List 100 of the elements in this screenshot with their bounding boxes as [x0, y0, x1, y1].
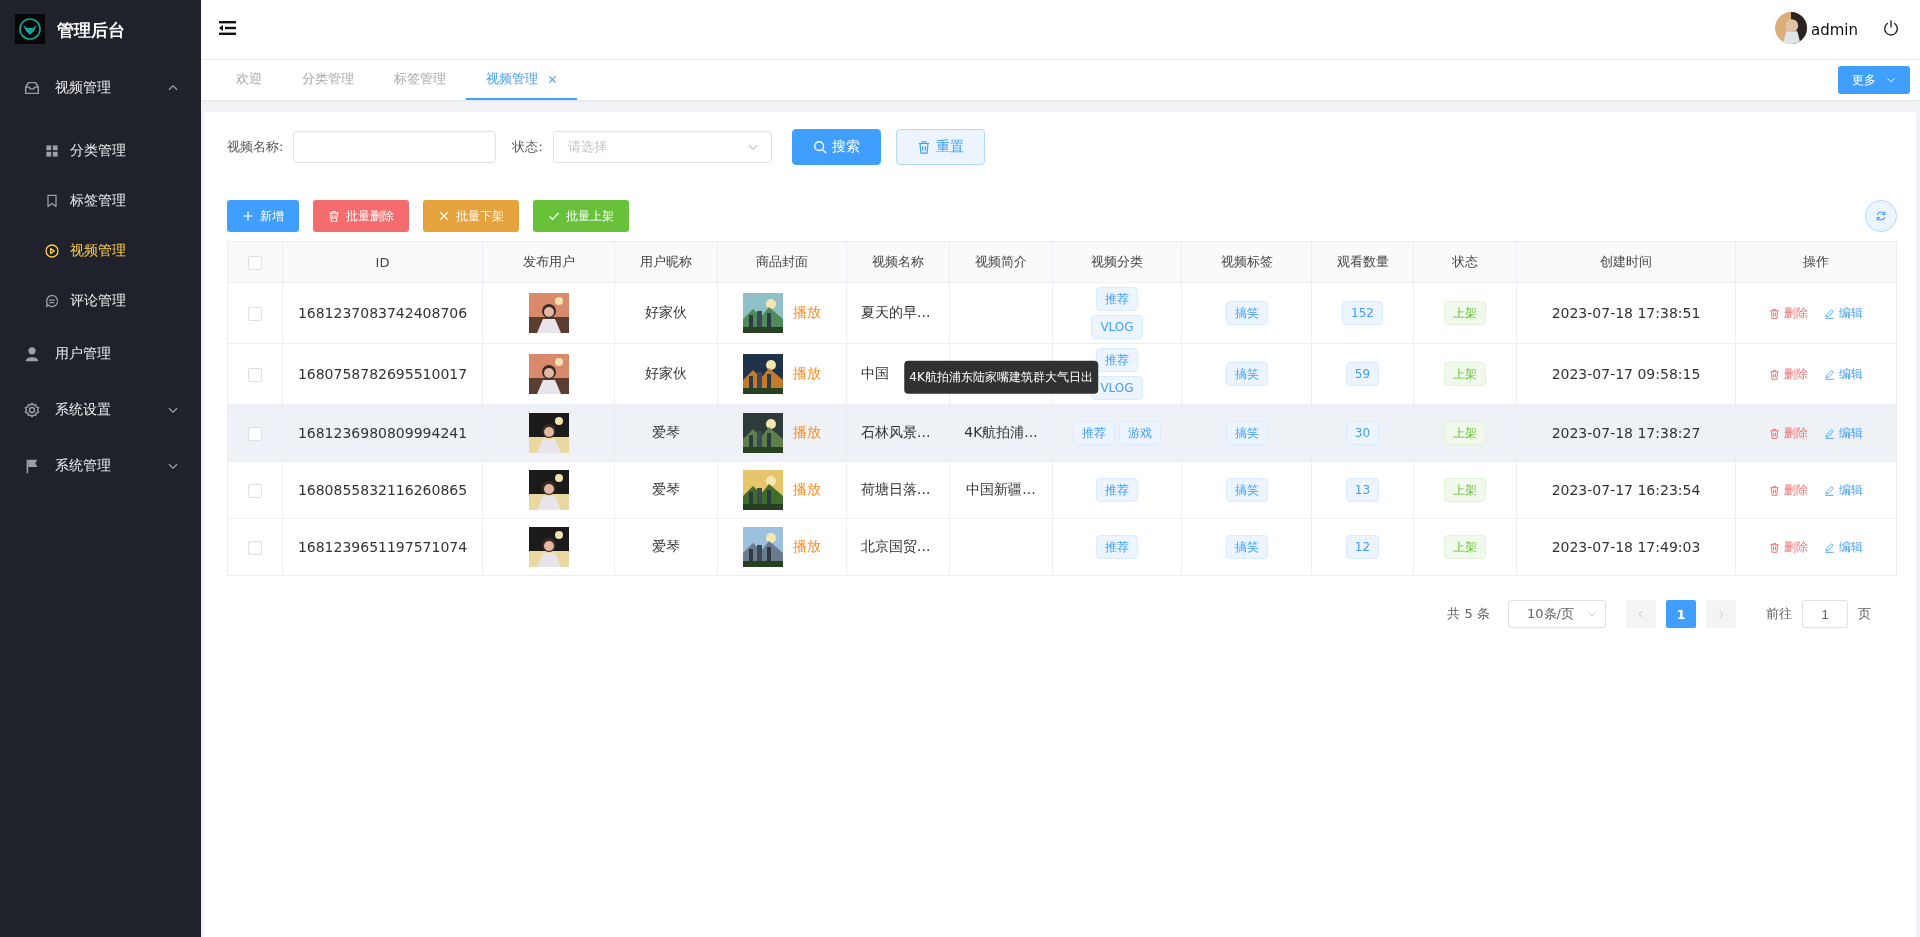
close-icon	[438, 210, 450, 222]
pencil-icon	[1824, 368, 1835, 380]
play-link[interactable]: 播放	[793, 304, 821, 322]
page-button[interactable]: 1	[1666, 600, 1696, 628]
gear-icon	[23, 401, 41, 419]
play-link[interactable]: 播放	[793, 365, 821, 383]
table-cell: 2023-07-18 17:38:27	[1516, 404, 1736, 462]
chevron-down-icon	[1886, 75, 1896, 85]
table-cell: 爱琴	[614, 518, 718, 576]
view-count: 12	[1345, 535, 1380, 559]
batch-delete-button[interactable]: 批量删除	[313, 200, 409, 232]
view-count: 30	[1345, 421, 1380, 445]
play-link[interactable]: 播放	[793, 538, 821, 556]
page-size-dropdown[interactable]: 10条/页	[1508, 600, 1606, 628]
chevron-down-icon	[1587, 609, 1597, 619]
delete-link[interactable]: 删除	[1769, 365, 1808, 383]
pencil-icon	[1824, 307, 1835, 319]
next-page-button[interactable]	[1706, 600, 1736, 628]
search-icon	[812, 140, 827, 154]
menu-item[interactable]: 用户管理	[0, 326, 201, 382]
submenu-item[interactable]: 评论管理	[0, 276, 201, 326]
previous-page-button[interactable]	[1626, 600, 1656, 628]
more-button[interactable]: 更多	[1838, 66, 1910, 94]
status-dropdown[interactable]: 请选择	[552, 131, 772, 163]
table-cell: 1680758782695510017	[282, 343, 483, 405]
batch-unlist-button[interactable]: 批量下架	[423, 200, 519, 232]
submenu-item[interactable]: 标签管理	[0, 176, 201, 226]
batch-list-button[interactable]: 批量上架	[533, 200, 629, 232]
table-row[interactable]: 1681237083742408706 好家伙 播放 夏天的早... 推荐 VLOG 搞笑 152 上架 2023-07-18 17:38:51 删除 编辑	[227, 282, 1897, 344]
search-button[interactable]: 搜索	[791, 129, 881, 165]
table-cell: 爱琴	[614, 404, 718, 462]
delete-link[interactable]: 删除	[1769, 424, 1808, 442]
menu-item[interactable]: 系统设置	[0, 382, 201, 438]
table-row[interactable]: 1680855832116260865 爱琴 播放 荷塘日落... 中国新疆... 推荐 搞笑 13 上架 2023-07-17 16:23:54 删除 编辑	[227, 461, 1897, 519]
logo-icon	[15, 13, 45, 44]
column-header: 用户昵称	[614, 241, 718, 283]
column-header: 商品封面	[717, 241, 847, 283]
video-tag: 搞笑	[1225, 301, 1268, 325]
table-cell: 北京国贸...	[846, 518, 950, 576]
trash-icon	[1769, 307, 1780, 319]
table-cell: 1681236980809994241	[282, 404, 483, 462]
close-icon[interactable]	[548, 74, 557, 84]
edit-link[interactable]: 编辑	[1824, 481, 1863, 499]
category-tag: 推荐	[1096, 348, 1138, 372]
tab[interactable]: 欢迎	[216, 60, 282, 100]
category-tag: 游戏	[1119, 421, 1161, 445]
table-row[interactable]: 1681236980809994241 爱琴 播放 石林风景... 4K航拍浦... 推荐 游戏 搞笑 30 上架 2023-07-18 17:38:27 删除 编辑	[227, 404, 1897, 462]
submenu-item[interactable]: 视频管理	[0, 226, 201, 276]
reset-button[interactable]: 重置	[895, 129, 985, 165]
checkbox[interactable]	[248, 541, 262, 555]
trash-icon	[1769, 484, 1780, 496]
checkbox[interactable]	[248, 427, 262, 441]
add-button[interactable]: 新增	[227, 200, 299, 232]
table-row[interactable]: 1681239651197571074 爱琴 播放 北京国贸... 推荐 搞笑 12 上架 2023-07-18 17:49:03 删除 编辑	[227, 518, 1897, 576]
checkbox[interactable]	[248, 307, 262, 321]
menu-icon[interactable]	[219, 20, 237, 36]
power-icon[interactable]	[1882, 19, 1900, 37]
edit-link[interactable]: 编辑	[1824, 304, 1863, 322]
submenu-item[interactable]: 分类管理	[0, 126, 201, 176]
menu-item[interactable]: 系统管理	[0, 438, 201, 494]
inbox-icon	[23, 79, 41, 97]
table-cell: 2023-07-18 17:49:03	[1516, 518, 1736, 576]
tooltip: 4K航拍浦东陆家嘴建筑群大气日出	[904, 360, 1098, 394]
delete-link[interactable]: 删除	[1769, 304, 1808, 322]
text-field[interactable]	[293, 131, 497, 163]
table-cell: 好家伙	[614, 282, 718, 344]
edit-link[interactable]: 编辑	[1824, 424, 1863, 442]
page-number-field[interactable]: 1	[1802, 600, 1848, 628]
column-header: 操作	[1735, 241, 1897, 283]
table-cell: 荷塘日落...	[846, 461, 950, 519]
table-cell: 爱琴	[614, 461, 718, 519]
trash-icon	[1769, 427, 1780, 439]
delete-link[interactable]: 删除	[1769, 481, 1808, 499]
checkbox[interactable]	[248, 255, 262, 270]
edit-link[interactable]: 编辑	[1824, 538, 1863, 556]
bookmark-icon	[44, 193, 60, 209]
play-link[interactable]: 播放	[793, 424, 821, 442]
checkbox[interactable]	[248, 484, 262, 498]
table-row[interactable]: 1680758782695510017 好家伙 播放 中国 4K航拍浦东陆家嘴建筑群大气日出 推荐 VLOG 搞笑 59 上架 2023-07-17 09:58:15 删除 编辑	[227, 343, 1897, 405]
refresh-button[interactable]	[1865, 200, 1897, 232]
tab[interactable]: 标签管理	[374, 60, 466, 100]
column-header: 发布用户	[482, 241, 615, 283]
total-count: 共 5 条	[1447, 605, 1490, 623]
play-link[interactable]: 播放	[793, 481, 821, 499]
trash-icon	[916, 140, 931, 154]
chevron-right-icon	[1716, 609, 1726, 619]
pencil-icon	[1824, 484, 1835, 496]
checkbox[interactable]	[248, 368, 262, 382]
tab[interactable]: 视频管理	[466, 60, 577, 100]
user-name[interactable]: admin	[1811, 20, 1858, 39]
app-title: 管理后台	[57, 18, 125, 42]
table-cell: 1681239651197571074	[282, 518, 483, 576]
view-count: 152	[1342, 301, 1383, 325]
edit-link[interactable]: 编辑	[1824, 365, 1863, 383]
table-cell: 2023-07-17 09:58:15	[1516, 343, 1736, 405]
tab[interactable]: 分类管理	[282, 60, 374, 100]
field-label: 视频名称:	[227, 138, 284, 156]
delete-link[interactable]: 删除	[1769, 538, 1808, 556]
goto-label: 前往	[1766, 605, 1792, 623]
menu-item[interactable]: 视频管理	[0, 60, 201, 116]
